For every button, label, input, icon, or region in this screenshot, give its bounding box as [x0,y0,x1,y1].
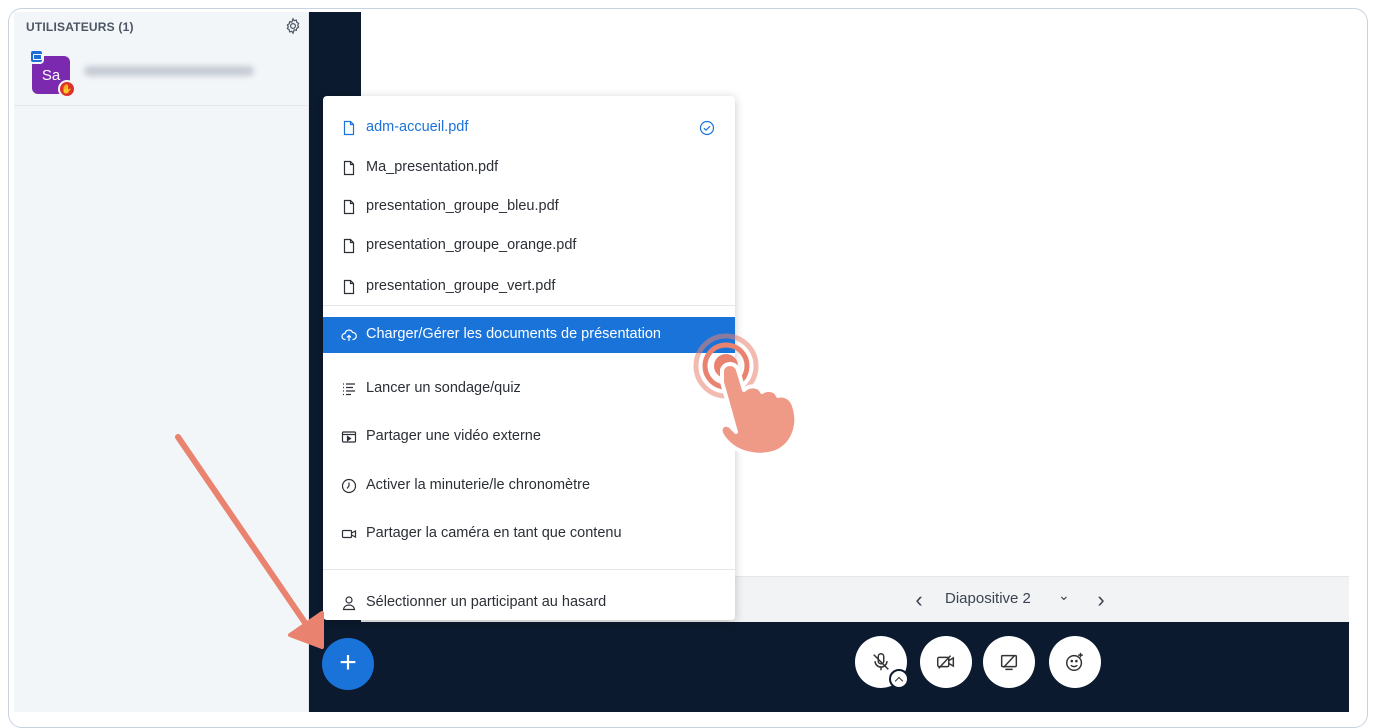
file-icon [343,279,355,295]
menu-item-label: Lancer un sondage/quiz [366,380,521,396]
next-slide-icon[interactable]: › [1091,587,1111,613]
previous-slide-icon[interactable]: ‹ [909,587,929,613]
pointing-hand-icon [693,333,799,457]
user-list-item[interactable]: Sa ✋ [14,48,309,106]
menu-item-label: Partager une vidéo externe [366,428,541,444]
menu-item-file-0[interactable]: adm-accueil.pdf [323,110,735,146]
menu-item-label: presentation_groupe_bleu.pdf [366,198,559,214]
presenter-badge-icon [29,49,44,64]
menu-item-label: Activer la minuterie/le chronomètre [366,477,591,493]
menu-item-label: adm-accueil.pdf [366,119,469,135]
menu-divider [323,569,735,570]
slide-selector[interactable]: Diapositive 2 [945,590,1031,607]
file-icon [343,238,355,254]
mic-off-icon [873,653,889,671]
file-icon [343,160,355,176]
raised-hand-icon: ✋ [58,80,76,98]
menu-item-upload-presentations[interactable]: Charger/Gérer les documents de présentat… [323,317,735,353]
annotation-arrow-icon [175,434,324,649]
menu-item-timer[interactable]: Activer la minuterie/le chronomètre [323,468,735,504]
menu-item-external-video[interactable]: Partager une vidéo externe [323,419,735,455]
action-bar [309,622,1349,712]
emoji-icon [1066,652,1083,671]
users-header: UTILISATEURS (1) [26,20,134,34]
cloud-upload-icon [341,329,357,341]
menu-item-file-1[interactable]: Ma_presentation.pdf [323,150,735,186]
chevron-down-icon[interactable]: ⌄ [1058,587,1070,604]
camera-off-icon [937,655,955,669]
file-icon [343,120,355,136]
menu-item-camera-as-content[interactable]: Partager la caméra en tant que contenu [323,516,735,552]
reactions-button[interactable] [1049,636,1101,688]
screenshare-button[interactable] [983,636,1035,688]
menu-item-label: presentation_groupe_vert.pdf [366,278,556,294]
menu-item-label: Partager la caméra en tant que contenu [366,525,622,541]
menu-item-file-2[interactable]: presentation_groupe_bleu.pdf [323,189,735,225]
gear-icon[interactable] [284,17,302,35]
menu-item-file-4[interactable]: presentation_groupe_vert.pdf [323,269,735,305]
actions-menu: adm-accueil.pdf Ma_presentation.pdf pres… [323,96,735,620]
menu-divider [323,305,735,306]
file-icon [343,199,355,215]
menu-item-file-3[interactable]: presentation_groupe_orange.pdf [323,228,735,264]
screenshare-off-icon [1000,654,1018,671]
mic-options-icon[interactable] [889,669,909,689]
poll-icon [343,383,355,396]
menu-item-label: Ma_presentation.pdf [366,159,499,175]
menu-item-label: presentation_groupe_orange.pdf [366,237,577,253]
user-name-blurred [84,66,254,76]
menu-item-random-participant[interactable]: Sélectionner un participant au hasard [323,585,735,621]
check-circle-icon [699,120,715,136]
menu-item-label: Sélectionner un participant au hasard [366,594,607,610]
camera-button[interactable] [920,636,972,688]
avatar-initials: Sa [41,66,61,84]
menu-item-poll[interactable]: Lancer un sondage/quiz [323,371,735,407]
menu-item-label: Charger/Gérer les documents de présentat… [366,326,661,342]
